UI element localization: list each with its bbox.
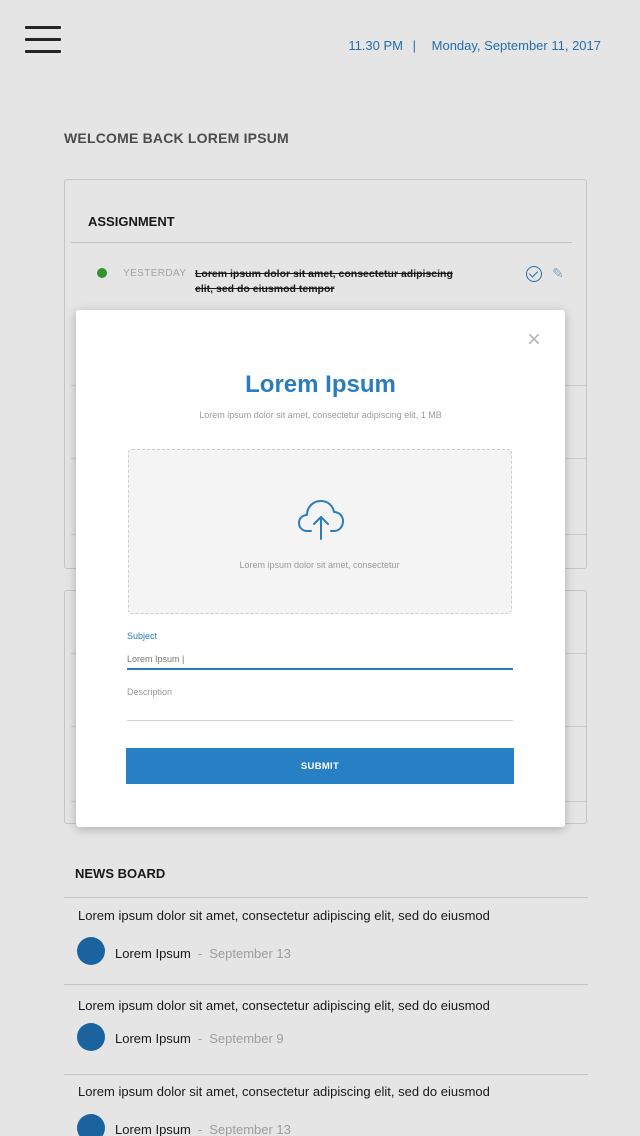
submit-button[interactable]: SUBMIT: [126, 748, 514, 784]
description-input[interactable]: [127, 702, 513, 721]
file-dropzone[interactable]: Lorem ipsum dolor sit amet, consectetur: [128, 449, 512, 614]
description-label: Description: [127, 687, 173, 697]
modal-subtitle: Lorem ipsum dolor sit amet, consectetur …: [199, 410, 442, 420]
dropzone-text: Lorem ipsum dolor sit amet, consectetur: [239, 560, 400, 570]
subject-input[interactable]: [127, 649, 513, 670]
upload-modal: × Lorem Ipsum Lorem ipsum dolor sit amet…: [76, 310, 565, 827]
modal-title: Lorem Ipsum: [245, 371, 396, 398]
subject-label: Subject: [127, 631, 158, 641]
close-icon[interactable]: ×: [524, 328, 544, 352]
cloud-upload-icon: [298, 500, 344, 540]
